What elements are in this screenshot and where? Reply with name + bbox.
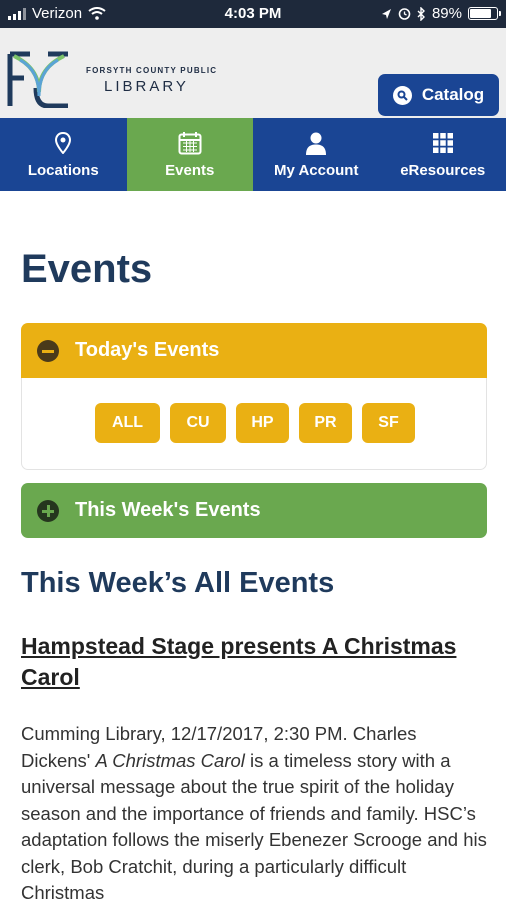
this-weeks-events-toggle[interactable]: This Week's Events	[21, 483, 487, 538]
event-description: Cumming Library, 12/17/2017, 2:30 PM. Ch…	[21, 721, 487, 907]
nav-item-events[interactable]: Events	[127, 118, 254, 191]
event-desc-part-2: is a timeless story with a universal mes…	[21, 750, 487, 904]
filter-button-sf[interactable]: SF	[362, 403, 415, 443]
filter-button-all[interactable]: ALL	[95, 403, 160, 443]
library-logo[interactable]	[6, 48, 72, 108]
todays-events-toggle[interactable]: Today's Events	[21, 323, 487, 378]
filter-button-pr[interactable]: PR	[299, 403, 352, 443]
grid-icon	[433, 130, 453, 156]
location-arrow-icon	[381, 8, 392, 20]
event-title-link[interactable]: Hampstead Stage presents A Christmas Car…	[21, 631, 461, 693]
logo-text-library: LIBRARY	[104, 78, 189, 95]
location-pin-icon	[55, 130, 71, 156]
main-nav: Locations Events My Account eResources	[0, 118, 506, 191]
nav-item-eresources[interactable]: eResources	[380, 118, 506, 191]
nav-label-eresources: eResources	[400, 162, 485, 179]
battery-icon	[468, 7, 498, 20]
calendar-icon	[178, 130, 202, 156]
todays-events-label: Today's Events	[75, 339, 219, 362]
nav-item-locations[interactable]: Locations	[0, 118, 127, 191]
filter-button-cu[interactable]: CU	[170, 403, 226, 443]
todays-events-panel: ALL CU HP PR SF	[21, 378, 487, 470]
catalog-label: Catalog	[422, 85, 484, 105]
status-bar: Verizon 4:03 PM 89%	[0, 0, 506, 28]
user-icon	[304, 130, 328, 156]
battery-percent: 89%	[432, 5, 462, 22]
nav-label-my-account: My Account	[274, 162, 358, 179]
expand-plus-icon	[37, 500, 59, 522]
filter-button-hp[interactable]: HP	[236, 403, 289, 443]
nav-label-locations: Locations	[28, 162, 99, 179]
catalog-button[interactable]: Catalog	[378, 74, 499, 116]
bluetooth-icon	[417, 7, 426, 21]
page-title: Events	[21, 247, 152, 292]
search-icon	[393, 86, 412, 105]
site-header: FORSYTH COUNTY PUBLIC LIBRARY Catalog	[0, 28, 506, 118]
branch-filter-group: ALL CU HP PR SF	[95, 403, 415, 443]
nav-item-my-account[interactable]: My Account	[253, 118, 380, 191]
collapse-minus-icon	[37, 340, 59, 362]
nav-label-events: Events	[165, 162, 214, 179]
alarm-icon	[398, 7, 411, 20]
logo-text-small: FORSYTH COUNTY PUBLIC	[86, 66, 217, 75]
event-desc-italic-title: A Christmas Carol	[95, 750, 244, 771]
this-weeks-events-label: This Week's Events	[75, 499, 261, 522]
section-title: This Week’s All Events	[21, 567, 334, 600]
